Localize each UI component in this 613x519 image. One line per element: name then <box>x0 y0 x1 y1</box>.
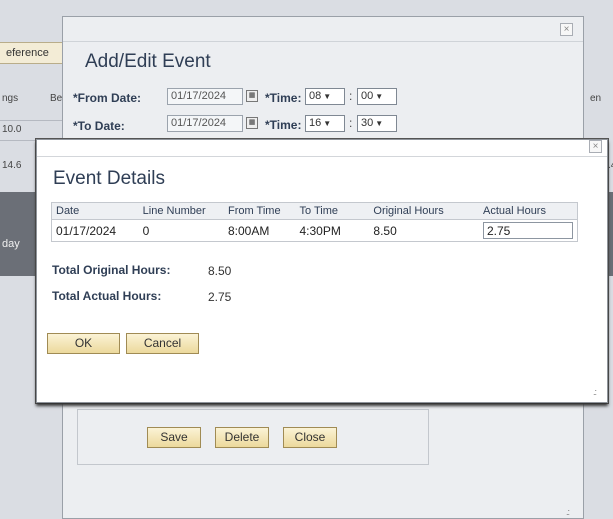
column-header-right: en <box>590 93 602 104</box>
from-date-field[interactable]: 01/17/2024 <box>167 88 243 105</box>
to-date-field[interactable]: 01/17/2024 <box>167 115 243 132</box>
total-actual-hours-value: 2.75 <box>208 290 232 304</box>
table-row: 01/17/2024 0 8:00AM 4:30PM 8.50 <box>52 220 578 242</box>
resize-grip-icon[interactable]: .: <box>593 387 597 397</box>
column-header-to-time: To Time <box>295 202 370 220</box>
grid-header-row: Date Line Number From Time To Time Origi… <box>51 202 578 220</box>
time-separator: : <box>349 116 353 130</box>
calendar-icon[interactable]: ▦ <box>246 117 258 129</box>
ok-button[interactable]: OK <box>47 333 120 354</box>
column-header-from-time: From Time <box>224 202 296 220</box>
to-hour-select[interactable]: 16 ▼ <box>305 115 345 132</box>
event-details-dialog: × Event Details Date Line Number From Ti… <box>36 139 608 403</box>
column-header-settings: ngs <box>2 93 19 104</box>
cell-actual-hours <box>479 220 578 242</box>
column-header-original-hours: Original Hours <box>369 202 479 220</box>
cell-to-time: 4:30PM <box>299 223 341 238</box>
row-divider <box>0 120 64 121</box>
background-header-band <box>0 192 40 276</box>
column-header-actual-hours: Actual Hours <box>479 202 578 220</box>
dialog-header-divider <box>63 41 583 42</box>
to-date-label: *To Date: <box>73 119 125 133</box>
from-hour-select[interactable]: 08 ▼ <box>305 88 345 105</box>
resize-grip-icon[interactable]: .: <box>566 507 570 517</box>
column-header-begin: Be <box>50 93 63 104</box>
background-row-value-right: .4 <box>608 160 613 171</box>
close-button[interactable]: Close <box>283 427 337 448</box>
dialog-title: Event Details <box>53 168 165 189</box>
from-minute-value: 00 <box>361 90 374 102</box>
time-separator: : <box>349 89 353 103</box>
close-icon[interactable]: × <box>589 140 602 153</box>
chevron-down-icon: ▼ <box>375 119 384 128</box>
column-header-line-number: Line Number <box>138 202 224 220</box>
cell-line-number: 0 <box>142 223 150 238</box>
cancel-button[interactable]: Cancel <box>126 333 199 354</box>
from-minute-select[interactable]: 00 ▼ <box>357 88 397 105</box>
event-details-grid: Date Line Number From Time To Time Origi… <box>51 202 578 242</box>
save-button[interactable]: Save <box>147 427 201 448</box>
to-minute-value: 30 <box>361 117 374 129</box>
close-icon[interactable]: × <box>560 23 573 36</box>
to-time-label: *Time: <box>265 118 302 132</box>
chevron-down-icon: ▼ <box>323 119 332 128</box>
from-hour-value: 08 <box>309 90 322 102</box>
dialog-title: Add/Edit Event <box>85 51 211 72</box>
total-original-hours-value: 8.50 <box>208 264 232 278</box>
dialog-header-divider <box>37 156 607 157</box>
preferences-tab[interactable]: eference <box>0 42 64 64</box>
to-minute-select[interactable]: 30 ▼ <box>357 115 397 132</box>
chevron-down-icon: ▼ <box>323 92 332 101</box>
total-actual-hours-label: Total Actual Hours: <box>52 289 162 303</box>
cell-from-time: 8:00AM <box>228 223 270 238</box>
to-hour-value: 16 <box>309 117 322 129</box>
total-original-hours-label: Total Original Hours: <box>52 263 171 277</box>
cell-date: 01/17/2024 <box>56 223 117 238</box>
cell-original-hours: 8.50 <box>373 223 397 238</box>
day-label: day <box>2 238 20 250</box>
from-date-label: *From Date: <box>73 91 142 105</box>
actual-hours-input[interactable] <box>483 222 573 239</box>
column-header-date: Date <box>51 202 139 220</box>
from-time-label: *Time: <box>265 91 302 105</box>
background-row-value: 10.0 <box>2 124 22 135</box>
calendar-icon[interactable]: ▦ <box>246 90 258 102</box>
delete-button[interactable]: Delete <box>215 427 269 448</box>
background-row-value: 14.6 <box>2 160 22 171</box>
chevron-down-icon: ▼ <box>375 92 384 101</box>
